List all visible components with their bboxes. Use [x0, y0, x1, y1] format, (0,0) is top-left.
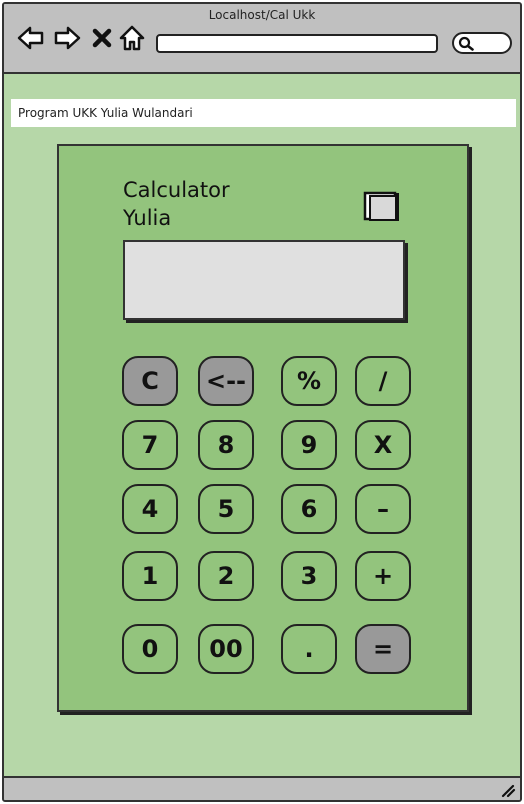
- digit-1-key[interactable]: 1: [122, 551, 178, 601]
- backspace-key[interactable]: <--: [198, 356, 254, 406]
- window-icon: [363, 191, 399, 221]
- forward-button[interactable]: [52, 24, 82, 52]
- stop-button[interactable]: [90, 24, 114, 52]
- window-button[interactable]: [363, 190, 401, 222]
- arrow-left-icon: [17, 26, 44, 50]
- back-button[interactable]: [16, 24, 46, 52]
- digit-4-key[interactable]: 4: [122, 484, 178, 534]
- resize-grip-icon: [501, 784, 516, 798]
- calculator-title-line2: Yulia: [123, 206, 172, 230]
- arrow-right-icon: [54, 26, 81, 50]
- decimal-key[interactable]: .: [281, 624, 337, 674]
- address-bar[interactable]: [156, 34, 438, 53]
- browser-toolbar: Localhost/Cal Ukk: [4, 4, 520, 74]
- app-caption: Program UKK Yulia Wulandari: [11, 99, 516, 127]
- plus-key[interactable]: +: [355, 551, 411, 601]
- digit-2-key[interactable]: 2: [198, 551, 254, 601]
- multiply-key[interactable]: X: [355, 420, 411, 470]
- digit-5-key[interactable]: 5: [198, 484, 254, 534]
- home-button[interactable]: [118, 24, 146, 52]
- search-button[interactable]: [452, 32, 512, 54]
- divide-key[interactable]: /: [355, 356, 411, 406]
- browser-window: Localhost/Cal Ukk Program UKK Yulia Wula…: [2, 2, 522, 802]
- digit-6-key[interactable]: 6: [281, 484, 337, 534]
- calculator-title: Calculator Yulia: [123, 176, 230, 232]
- close-icon: [92, 28, 112, 48]
- digit-7-key[interactable]: 7: [122, 420, 178, 470]
- browser-title: Localhost/Cal Ukk: [208, 8, 316, 22]
- digit-9-key[interactable]: 9: [281, 420, 337, 470]
- home-icon: [119, 25, 145, 51]
- clear-key[interactable]: C: [122, 356, 178, 406]
- resize-grip[interactable]: [500, 782, 516, 798]
- minus-key[interactable]: –: [355, 484, 411, 534]
- percent-key[interactable]: %: [281, 356, 337, 406]
- calculator-display[interactable]: [123, 240, 405, 320]
- calculator-panel: Calculator Yulia C <--%/7 8 9 X 4 5 6–1 2 3 +0 00. =: [57, 144, 469, 712]
- status-bar: [4, 776, 520, 800]
- equals-key[interactable]: =: [355, 624, 411, 674]
- digit-8-key[interactable]: 8: [198, 420, 254, 470]
- double-zero-key[interactable]: 00: [198, 624, 254, 674]
- digit-3-key[interactable]: 3: [281, 551, 337, 601]
- search-icon: [458, 36, 474, 51]
- calculator-title-line1: Calculator: [123, 178, 230, 202]
- digit-0-key[interactable]: 0: [122, 624, 178, 674]
